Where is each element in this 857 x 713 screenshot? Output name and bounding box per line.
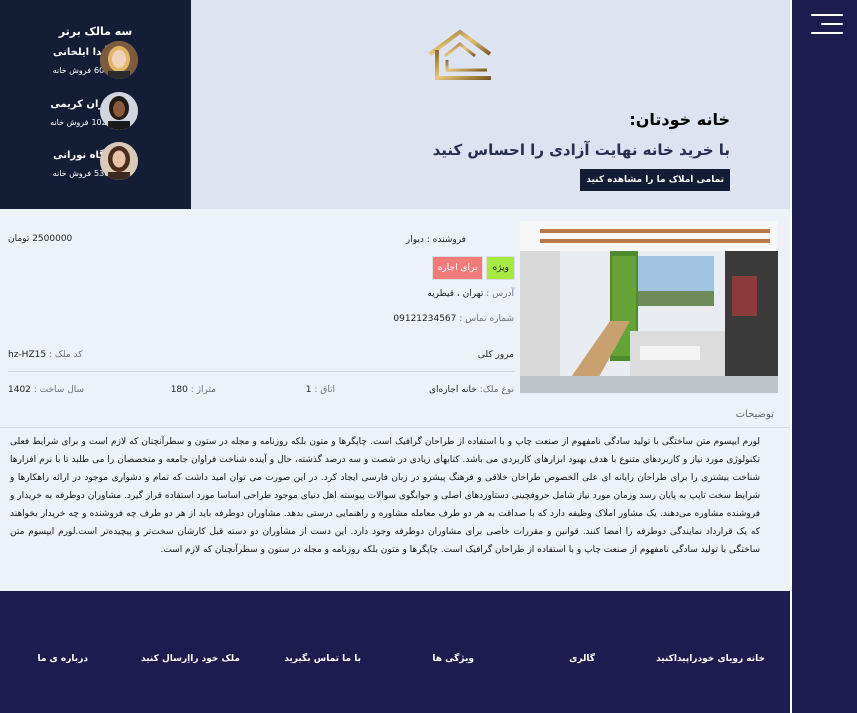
hero-text: خانه خودتان: با خرید خانه نهایت آزادی را…	[433, 110, 730, 191]
special-badge[interactable]: ویژه	[486, 256, 515, 280]
property-details: 2500000 تومان فروشنده : دیوار ویژه برای …	[0, 209, 790, 591]
side-nav-bar	[790, 0, 857, 713]
overview-label: مرور کلی	[477, 350, 514, 360]
seller-info: فروشنده : دیوار	[406, 235, 466, 245]
divider	[790, 0, 792, 713]
footer: خانه رویای خودراپیداکنید گالری ویژگی ها …	[0, 591, 790, 713]
brand-title: خانه خودتان:	[629, 110, 730, 129]
area-label: متراژ :	[187, 385, 216, 395]
for-rent-badge[interactable]: برای اجاره	[431, 256, 484, 280]
avatar[interactable]	[100, 41, 138, 79]
phone-label: شماره تماس :	[456, 314, 514, 324]
type-value: خانه اجاره‌ای	[428, 385, 477, 395]
top-owners-title: سه مالک برتر	[58, 25, 133, 38]
footer-link-find-home[interactable]: خانه رویای خودراپیداکنید	[656, 654, 765, 664]
footer-link-contact[interactable]: با ما تماس بگیرید	[284, 654, 361, 664]
phone: شماره تماس : 09121234567	[393, 314, 514, 324]
rooms: اتاق : 1	[306, 385, 335, 395]
phone-value[interactable]: 09121234567	[393, 314, 456, 324]
year-label: سال ساخت :	[30, 385, 85, 395]
build-year: سال ساخت : 1402	[8, 385, 84, 395]
property-photo[interactable]	[520, 221, 778, 393]
property-type: نوع ملک: خانه اجاره‌ای	[429, 385, 514, 395]
hamburger-menu-icon[interactable]	[811, 12, 843, 36]
year-value: 1402	[8, 385, 31, 395]
avatar[interactable]	[100, 92, 138, 130]
type-label: نوع ملک:	[476, 385, 514, 395]
footer-link-submit-property[interactable]: ملک خود رااِرسال کنید	[141, 654, 240, 664]
rooms-label: اتاق :	[311, 385, 335, 395]
house-logo-icon	[425, 28, 495, 84]
badges: ویژه برای اجاره	[431, 256, 515, 280]
description-text: لورم ایپسوم متن ساختگی با تولید سادگی نا…	[10, 437, 760, 555]
area-value: 180	[170, 385, 188, 395]
divider	[0, 427, 790, 428]
description-title: توضیحات	[735, 409, 774, 420]
hero-tagline: با خرید خانه نهایت آزادی را احساس کنید	[432, 141, 730, 159]
seller-name: دیوار	[405, 235, 424, 245]
footer-link-gallery[interactable]: گالری	[569, 654, 595, 664]
footer-link-about[interactable]: درباره ی ما	[37, 654, 88, 664]
code-label: کد ملک :	[46, 350, 83, 360]
address-value: تهران ، قیطریه	[427, 289, 484, 299]
address: آدرس : تهران ، قیطریه	[427, 289, 514, 299]
seller-label: فروشنده :	[423, 235, 466, 245]
price: 2500000 تومان	[8, 234, 73, 244]
property-code: کد ملک : hz-HZ15	[8, 350, 83, 360]
footer-link-features[interactable]: ویژگی ها	[432, 654, 474, 664]
top-owners-panel: سه مالک برتر آیدا ایلخانی 605فروش خانه ب…	[0, 0, 191, 209]
view-all-properties-button[interactable]: تمامی املاک ما را مشاهده کنید	[580, 169, 730, 191]
area: متراژ : 180	[171, 385, 216, 395]
code-value: hz-HZ15	[8, 350, 47, 360]
address-label: آدرس :	[483, 289, 514, 299]
avatar[interactable]	[100, 142, 138, 180]
divider	[8, 371, 515, 372]
hero-section: سه مالک برتر آیدا ایلخانی 605فروش خانه ب…	[0, 0, 790, 209]
